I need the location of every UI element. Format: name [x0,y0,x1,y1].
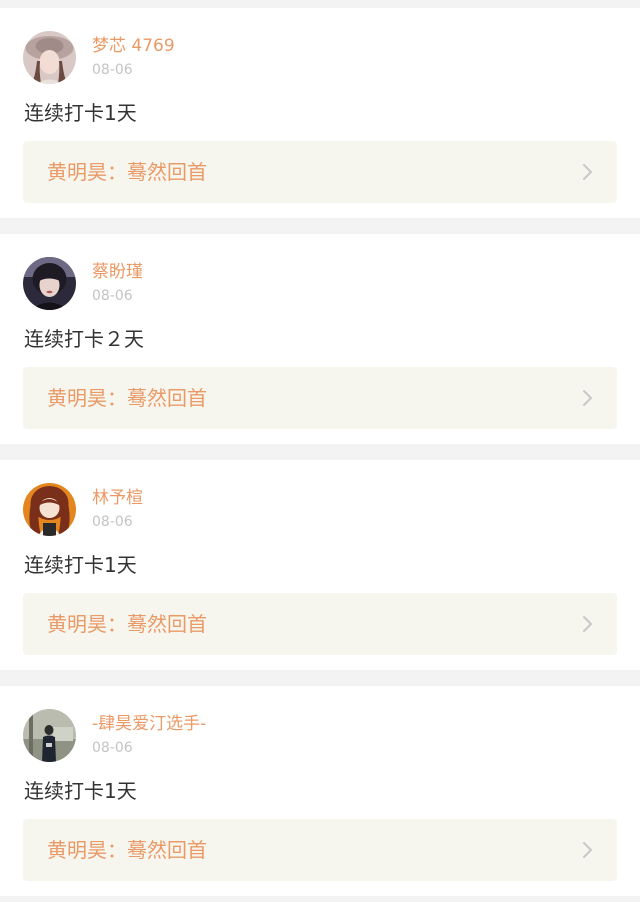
chevron-right-icon [581,389,595,407]
song-link-card[interactable]: 黄明昊：蓦然回首 [23,141,617,203]
post-date: 08-06 [92,62,133,78]
chevron-right-icon [581,841,595,859]
checkin-feed: 梦芯 4769 08-06 连续打卡1天 黄明昊：蓦然回首 蔡盼瑾 08-06 … [0,0,640,902]
checkin-streak-text: 连续打卡1天 [24,779,137,803]
avatar-girl-hat-icon [23,31,76,84]
post-date: 08-06 [92,288,133,304]
chevron-right-icon [581,615,595,633]
song-label: 黄明昊：蓦然回首 [47,160,207,184]
post-card: 梦芯 4769 08-06 连续打卡1天 黄明昊：蓦然回首 [0,8,640,218]
song-link-card[interactable]: 黄明昊：蓦然回首 [23,819,617,881]
user-avatar[interactable] [23,709,76,762]
checkin-streak-text: 连续打卡２天 [24,327,144,351]
song-label: 黄明昊：蓦然回首 [47,612,207,636]
song-link-card[interactable]: 黄明昊：蓦然回首 [23,367,617,429]
checkin-streak-text: 连续打卡1天 [24,553,137,577]
song-link-card[interactable]: 黄明昊：蓦然回首 [23,593,617,655]
username[interactable]: 梦芯 4769 [92,35,175,57]
song-label: 黄明昊：蓦然回首 [47,838,207,862]
post-date: 08-06 [92,514,133,530]
username[interactable]: -肆昊爱汀选手- [92,713,206,735]
user-avatar[interactable] [23,31,76,84]
song-label: 黄明昊：蓦然回首 [47,386,207,410]
post-card: -肆昊爱汀选手- 08-06 连续打卡1天 黄明昊：蓦然回首 [0,686,640,896]
post-card: 蔡盼瑾 08-06 连续打卡２天 黄明昊：蓦然回首 [0,234,640,444]
user-avatar[interactable] [23,257,76,310]
post-date: 08-06 [92,740,133,756]
checkin-streak-text: 连续打卡1天 [24,101,137,125]
chevron-right-icon [581,163,595,181]
avatar-girl-dark-icon [23,257,76,310]
post-card: 林予楦 08-06 连续打卡1天 黄明昊：蓦然回首 [0,460,640,670]
user-avatar[interactable] [23,483,76,536]
username[interactable]: 蔡盼瑾 [92,261,143,283]
username[interactable]: 林予楦 [92,487,143,509]
avatar-anime-girl-icon [23,483,76,536]
avatar-street-photo-icon [23,709,76,762]
